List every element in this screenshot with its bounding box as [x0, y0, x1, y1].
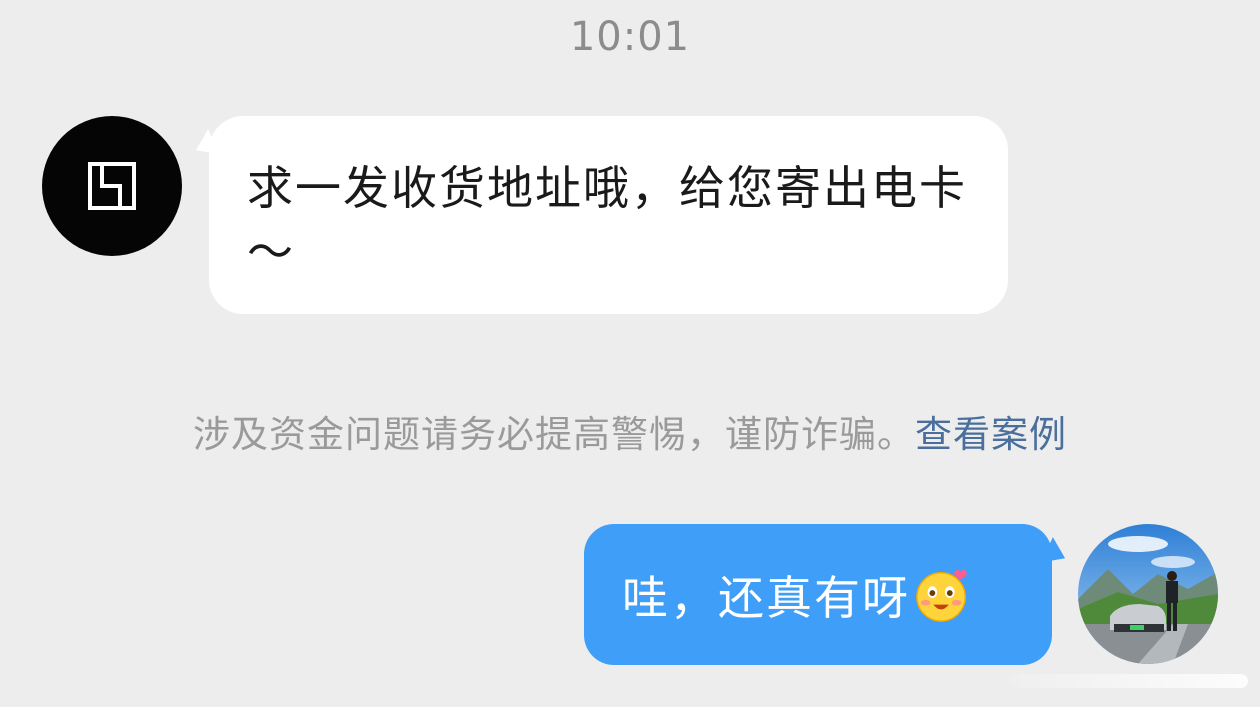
outgoing-message-text: 哇，还真有呀	[622, 570, 910, 625]
incoming-message-text: 求一发收货地址哦，给您寄出电卡～	[247, 161, 967, 279]
fraud-warning-notice: 涉及资金问题请务必提高警惕，谨防诈骗。查看案例	[0, 404, 1260, 458]
watermark	[1008, 674, 1248, 688]
blushing-smile-emoji-icon	[916, 569, 967, 622]
user-photo-avatar-icon	[1078, 524, 1218, 664]
user-avatar[interactable]	[1078, 524, 1218, 664]
chat-window: 10:01 求一发收货地址哦，给您寄出电卡～ 涉及资金问题请务必提高警惕，谨防诈…	[0, 0, 1260, 707]
brand-logo-icon	[88, 162, 136, 210]
incoming-message-bubble[interactable]: 求一发收货地址哦，给您寄出电卡～	[209, 116, 1008, 314]
outgoing-message-bubble[interactable]: 哇，还真有呀	[584, 524, 1052, 665]
view-cases-link[interactable]: 查看案例	[915, 413, 1067, 456]
message-timestamp: 10:01	[569, 14, 691, 60]
fraud-warning-text: 涉及资金问题请务必提高警惕，谨防诈骗。	[193, 413, 915, 456]
contact-avatar[interactable]	[42, 116, 182, 256]
